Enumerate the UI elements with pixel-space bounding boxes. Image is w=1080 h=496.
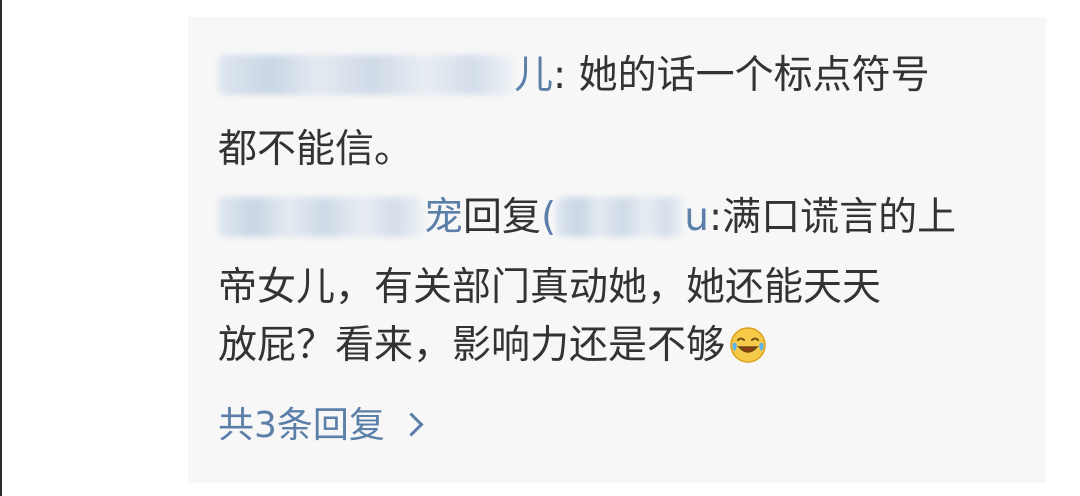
comment-text-line-1: 她的话一个标点符号 (578, 53, 930, 98)
reply-author-link[interactable]: 宠 (218, 195, 463, 240)
left-divider (0, 0, 2, 496)
reply-line-2: 帝女儿，有关部门真动她，她还能天天 (218, 262, 881, 314)
more-replies-link[interactable]: 共3条回复 (218, 400, 424, 452)
reply-author-suffix: 宠 (424, 195, 464, 240)
comment-line-2: 都不能信。 (218, 124, 413, 176)
comment-separator: : (553, 53, 579, 98)
laughing-crying-emoji-icon (729, 326, 767, 364)
reply-text-line-3: 放屁？看来，影响力还是不够 (218, 323, 726, 368)
reply-text-line-2: 帝女儿，有关部门真动她，她还能天天 (218, 265, 882, 310)
reply-line-1: 宠回复(u:满口谎言的上 (218, 192, 956, 244)
reply-text-line-1: 满口谎言的上 (722, 195, 957, 240)
reply-word: 回复 (463, 195, 542, 240)
comment-author-link[interactable]: 儿 (218, 53, 553, 98)
comment-line-1: 儿: 她的话一个标点符号 (218, 50, 930, 102)
reply-line-3: 放屁？看来，影响力还是不够 (218, 320, 767, 372)
more-replies-label: 共3条回复 (218, 405, 385, 446)
blurred-username (218, 196, 424, 237)
reply-target-suffix: u (684, 195, 709, 240)
blurred-username (218, 54, 514, 95)
chevron-right-icon (399, 412, 424, 437)
page: 儿: 她的话一个标点符号 都不能信。 宠回复(u:满口谎言的上 帝女儿，有关部门… (0, 0, 1080, 496)
reply-target-prefix: ( (541, 195, 557, 240)
comment-author-suffix: 儿 (514, 53, 554, 98)
blurred-username (556, 196, 685, 237)
reply-separator: : (708, 195, 723, 240)
comment-text-line-2: 都不能信。 (218, 127, 414, 172)
reply-target-link[interactable]: (u (541, 195, 709, 240)
